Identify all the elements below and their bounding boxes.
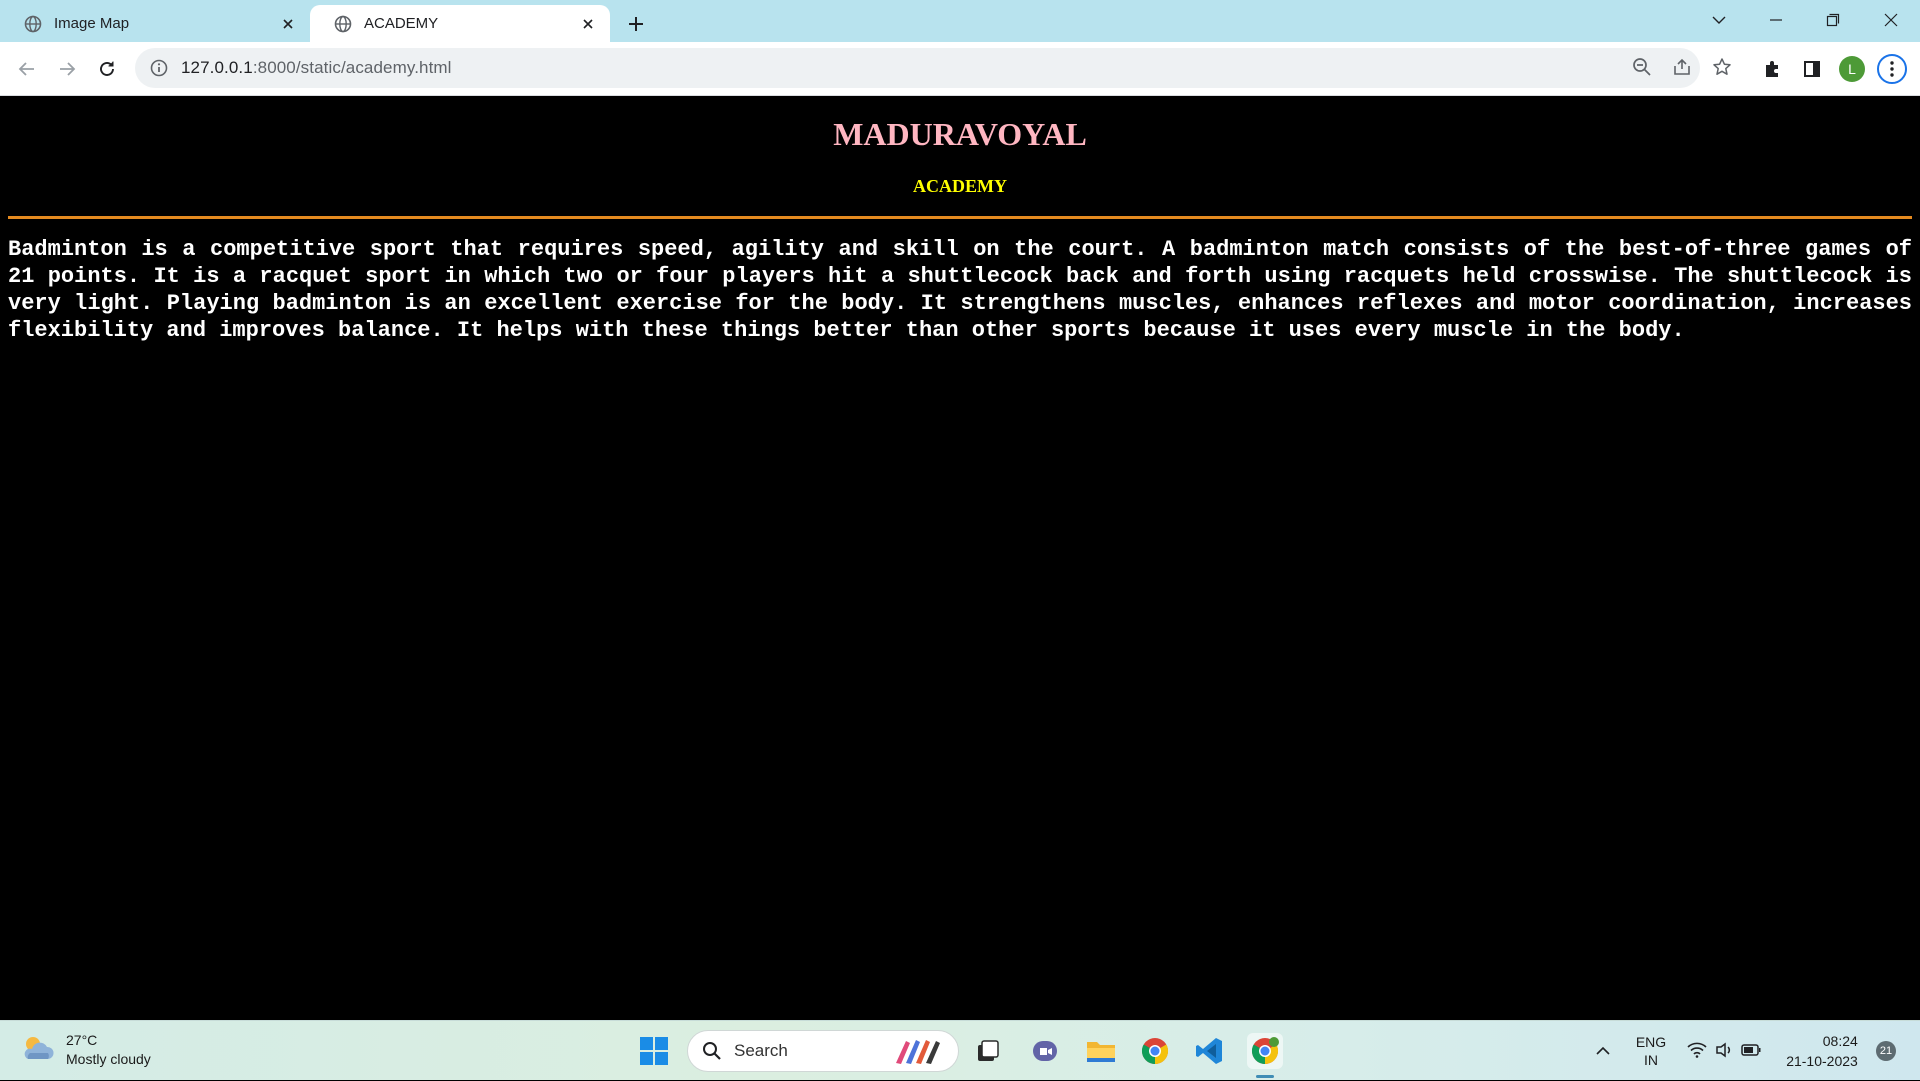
notification-badge: 21 [1876, 1041, 1896, 1061]
restore-icon[interactable] [1816, 6, 1850, 34]
clock[interactable]: 08:24 21-10-2023 [1774, 1021, 1870, 1081]
show-hidden-icons-chevron[interactable] [1588, 1021, 1618, 1081]
new-tab-button[interactable] [622, 10, 650, 38]
weather-widget[interactable]: 27°C Mostly cloudy [20, 1031, 151, 1069]
notification-center[interactable]: 21 [1874, 1021, 1898, 1081]
minimize-icon[interactable] [1759, 6, 1793, 34]
page-title: MADURAVOYAL [833, 116, 1087, 152]
kebab-menu-icon [1877, 54, 1907, 84]
share-icon[interactable] [1667, 52, 1697, 82]
zoom-icon[interactable] [1627, 52, 1657, 82]
search-icon [702, 1041, 722, 1061]
profile-button[interactable]: L [1836, 53, 1868, 85]
taskbar: 27°C Mostly cloudy Search ENG IN 08:24 2… [0, 1020, 1920, 1080]
globe-icon [334, 15, 352, 33]
close-tab-icon[interactable] [278, 14, 298, 34]
menu-button[interactable] [1876, 53, 1908, 85]
extensions-icon[interactable] [1756, 53, 1788, 85]
url-host: 127.0.0.1 [181, 58, 253, 77]
horizontal-rule [8, 216, 1912, 219]
clock-date: 21-10-2023 [1786, 1053, 1858, 1069]
weather-condition: Mostly cloudy [66, 1051, 151, 1067]
tab-strip: Image Map ACADEMY [0, 0, 1920, 42]
tab-image-map[interactable]: Image Map [0, 5, 310, 42]
tab-search-chevron-icon[interactable] [1702, 6, 1736, 34]
site-info-icon[interactable] [149, 58, 169, 78]
language-line1: ENG [1635, 1034, 1667, 1050]
battery-icon [1741, 1043, 1761, 1059]
page-subtitle: ACADEMY [913, 176, 1007, 196]
active-app-indicator [1256, 1075, 1274, 1078]
tab-title: ACADEMY [364, 15, 439, 32]
task-view-icon[interactable] [970, 1033, 1006, 1069]
search-label: Search [734, 1041, 788, 1060]
file-explorer-icon[interactable] [1083, 1033, 1119, 1069]
bookmark-star-icon[interactable] [1707, 52, 1737, 82]
start-windows-icon[interactable] [636, 1033, 672, 1069]
page-content: MADURAVOYAL ACADEMY Badminton is a compe… [0, 96, 1920, 1020]
volume-icon [1715, 1042, 1733, 1061]
cloudy-weather-icon [20, 1033, 56, 1068]
clock-time: 08:24 [1822, 1033, 1858, 1049]
language-indicator[interactable]: ENG IN [1630, 1021, 1672, 1081]
tab-academy[interactable]: ACADEMY [310, 5, 610, 42]
close-window-icon[interactable] [1874, 6, 1908, 34]
wifi-icon [1687, 1042, 1707, 1061]
chrome-icon[interactable] [1137, 1033, 1173, 1069]
back-button[interactable] [11, 53, 43, 85]
teams-chat-icon[interactable] [1027, 1033, 1063, 1069]
forward-button[interactable] [51, 53, 83, 85]
weather-temp: 27°C [66, 1032, 98, 1048]
address-bar[interactable]: 127.0.0.1:8000/static/academy.html [135, 48, 1700, 88]
browser-toolbar: 127.0.0.1:8000/static/academy.html L [0, 42, 1920, 96]
chrome-profile-icon[interactable] [1247, 1033, 1283, 1069]
body-paragraph: Badminton is a competitive sport that re… [8, 237, 1912, 343]
taskbar-search[interactable]: Search [687, 1030, 959, 1072]
search-highlight-icon [892, 1037, 948, 1065]
avatar: L [1839, 56, 1865, 82]
url-path: :8000/static/academy.html [252, 58, 452, 77]
globe-icon [24, 15, 42, 33]
language-line2: IN [1644, 1052, 1658, 1068]
tab-title: Image Map [54, 15, 130, 32]
url-text: 127.0.0.1:8000/static/academy.html [181, 58, 452, 78]
reload-button[interactable] [91, 53, 123, 85]
system-tray-icons[interactable] [1684, 1021, 1764, 1081]
side-panel-icon[interactable] [1796, 53, 1828, 85]
vscode-icon[interactable] [1192, 1033, 1228, 1069]
close-tab-icon[interactable] [578, 14, 598, 34]
